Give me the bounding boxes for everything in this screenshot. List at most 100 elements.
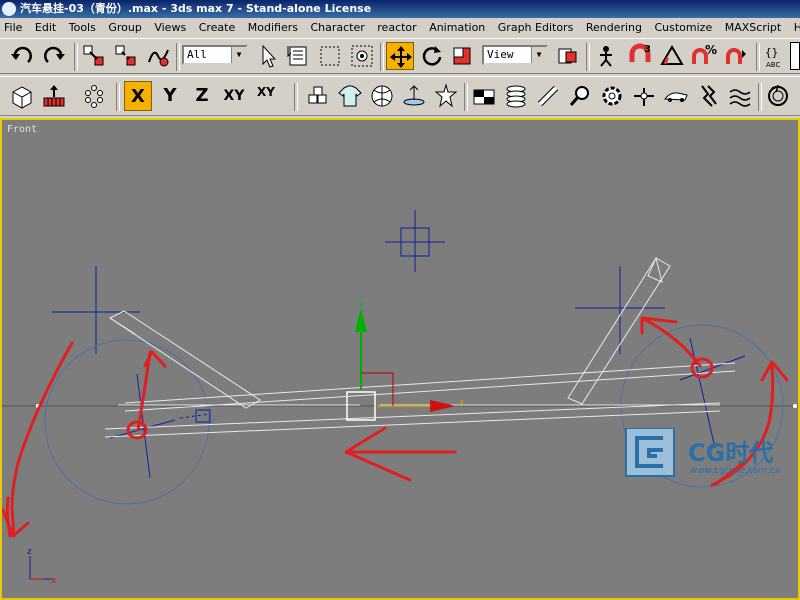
gizmo-x-label: x: [459, 398, 465, 408]
menu-help[interactable]: Help: [790, 18, 800, 38]
rigid-body-button[interactable]: [470, 82, 498, 110]
snap-dimension-label: 3: [644, 44, 651, 55]
angle-snap-button[interactable]: [658, 42, 686, 70]
main-toolbar: All ▼ View ▼ 3 % {} ABC: [0, 38, 800, 74]
gizmo-plane-handle: [361, 372, 394, 406]
gizmo-x-arrow: [430, 400, 456, 412]
wind-button[interactable]: [630, 82, 658, 110]
rectangular-selection-button[interactable]: [316, 42, 344, 70]
select-by-name-icon: [287, 46, 307, 66]
restrict-xy-plane-button[interactable]: XY: [220, 81, 248, 111]
loop-icon: [768, 84, 788, 106]
preview-animation-button[interactable]: [764, 82, 792, 110]
svg-text:{}: {}: [765, 46, 778, 59]
snaps-toggle-button[interactable]: 3: [626, 42, 654, 70]
manipulate-button[interactable]: [592, 42, 620, 70]
window-crossing-button[interactable]: [348, 42, 376, 70]
restrict-z-axis-button[interactable]: Z: [188, 81, 216, 111]
dashpot-icon: [537, 85, 559, 107]
select-and-scale-button[interactable]: [448, 42, 476, 70]
annotation-right-circle: [690, 357, 714, 379]
select-by-name-button[interactable]: [284, 42, 312, 70]
right-strut: [567, 256, 671, 405]
fracture-button[interactable]: [694, 82, 722, 110]
toy-car-button[interactable]: [662, 82, 690, 110]
undo-icon: [11, 46, 32, 63]
watermark-url: www.cgtime.com.cn: [690, 466, 781, 476]
selection-filter-value: All: [187, 48, 207, 61]
motor-button[interactable]: [598, 82, 626, 110]
magnifier-icon: [569, 86, 589, 106]
svg-text:ABC: ABC: [766, 61, 780, 69]
figure-icon: [434, 83, 458, 108]
named-selection-icon: {} ABC: [765, 46, 780, 69]
move-gizmo: y x: [346, 299, 465, 421]
fracture-icon: [701, 85, 717, 107]
menu-edit[interactable]: Edit: [31, 18, 61, 38]
menu-views[interactable]: Views: [150, 18, 191, 38]
selection-filter-dropdown[interactable]: All ▼: [182, 45, 248, 65]
menu-animation[interactable]: Animation: [425, 18, 490, 38]
restrict-y-axis-button[interactable]: Y: [156, 81, 184, 111]
window-title: 汽车悬挂-03（青份）.max - 3ds max 7 - Stand-alon…: [20, 2, 372, 15]
magnet-icon: 3: [629, 43, 651, 62]
watermark-brand: CG时代: [688, 439, 774, 467]
viewport-scene: y x z x: [2, 210, 798, 586]
unlink-icon: [115, 45, 136, 66]
select-object-button[interactable]: [254, 42, 282, 70]
soft-body-button[interactable]: [368, 82, 396, 110]
redo-button[interactable]: [40, 42, 68, 70]
reference-coordinate-dropdown[interactable]: View ▼: [482, 45, 548, 65]
select-and-link-button[interactable]: [80, 42, 108, 70]
menu-file[interactable]: File: [0, 18, 27, 38]
edit-named-selection-button[interactable]: {} ABC: [762, 42, 790, 70]
select-and-rotate-button[interactable]: [418, 42, 446, 70]
fluid-button[interactable]: [400, 82, 428, 110]
space-warp-icon: [148, 49, 169, 67]
restrict-plane-cycle-button[interactable]: XY: [252, 81, 280, 111]
chassis-beams: [104, 362, 736, 438]
cloth-button[interactable]: [336, 82, 364, 110]
object-paint-button[interactable]: [40, 82, 68, 110]
front-viewport[interactable]: Front y x z x: [0, 118, 800, 600]
menu-character[interactable]: Character: [306, 18, 369, 38]
cubes-icon: [308, 86, 327, 104]
dashpot-button[interactable]: [534, 82, 562, 110]
percent-snap-button[interactable]: %: [690, 42, 718, 70]
create-box-button[interactable]: [8, 82, 36, 110]
menu-rendering[interactable]: Rendering: [582, 18, 647, 38]
water-button[interactable]: [726, 82, 754, 110]
grid-up-icon: [43, 85, 65, 107]
menu-customize[interactable]: Customize: [650, 18, 717, 38]
menu-group[interactable]: Group: [104, 18, 147, 38]
menu-tools[interactable]: Tools: [65, 18, 101, 38]
menu-modifiers[interactable]: Modifiers: [244, 18, 303, 38]
ragdoll-button[interactable]: [432, 82, 460, 110]
bind-space-warp-button[interactable]: [144, 42, 172, 70]
spinner-snap-button[interactable]: [722, 42, 750, 70]
scale-icon: [453, 47, 471, 65]
ball-icon: [371, 85, 393, 107]
named-selection-set-field[interactable]: [790, 42, 800, 70]
spinner-snap-icon: [726, 48, 746, 64]
helper-crosshair-right: [575, 266, 665, 354]
chevron-down-icon: ▼: [231, 47, 246, 63]
spring-button[interactable]: [502, 82, 530, 110]
window-crossing-icon: [351, 45, 373, 67]
menu-reactor[interactable]: reactor: [373, 18, 421, 38]
menu-bar: File Edit Tools Group Views Create Modif…: [0, 18, 800, 38]
cubes-button[interactable]: [304, 82, 332, 110]
left-wheel: [44, 339, 210, 505]
array-button[interactable]: [80, 82, 108, 110]
restrict-x-axis-button[interactable]: X: [124, 81, 152, 111]
menu-maxscript[interactable]: MAXScript: [721, 18, 786, 38]
select-and-move-button[interactable]: [386, 42, 414, 70]
point-to-point-button[interactable]: [566, 82, 594, 110]
checker-icon: [473, 89, 495, 105]
pivot-center-button[interactable]: [554, 42, 582, 70]
menu-create[interactable]: Create: [195, 18, 241, 38]
unlink-button[interactable]: [112, 42, 140, 70]
menu-graph-editors[interactable]: Graph Editors: [494, 18, 579, 38]
app-icon[interactable]: [2, 2, 16, 16]
undo-button[interactable]: [8, 42, 36, 70]
